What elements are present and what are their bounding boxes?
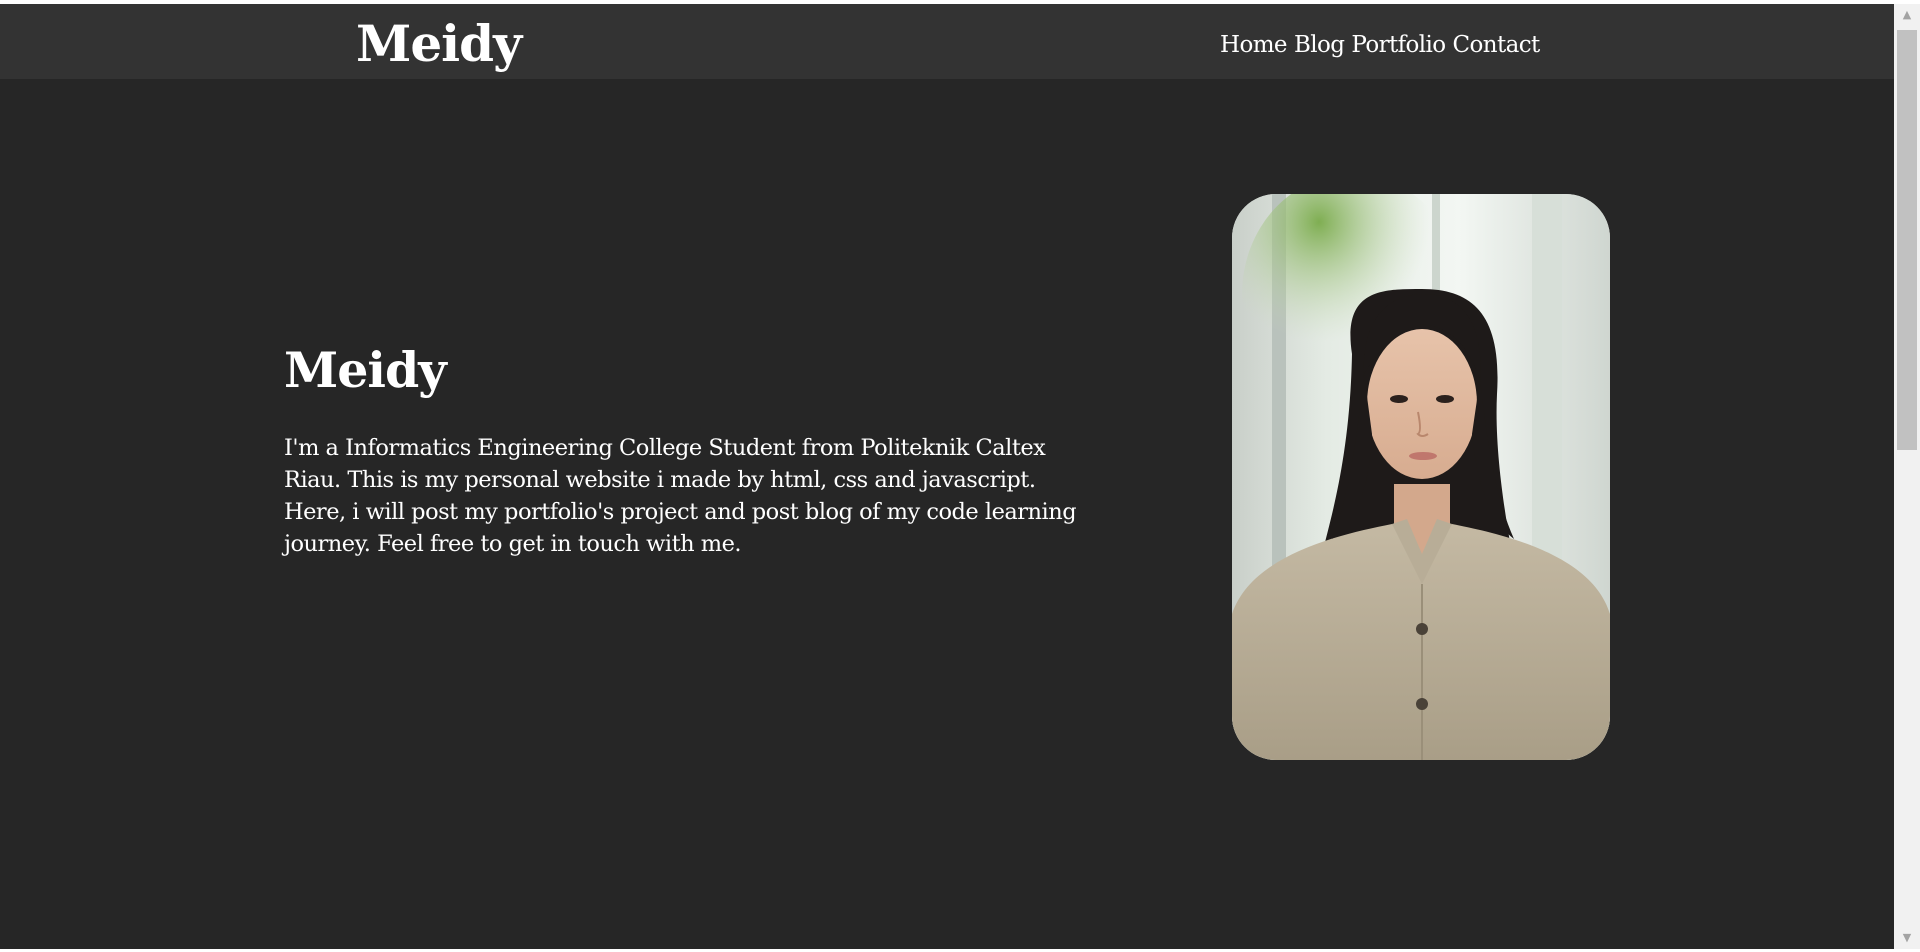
nav-item-blog: Blog	[1294, 30, 1345, 60]
navbar: Meidy Home Blog Portfolio Contact	[0, 4, 1894, 79]
nav-item-portfolio: Portfolio	[1351, 30, 1446, 60]
nav-links: Home Blog Portfolio Contact	[1220, 30, 1540, 60]
page-viewport: Meidy Home Blog Portfolio Contact Meidy …	[0, 4, 1894, 949]
vertical-scrollbar[interactable]: ▲ ▼	[1894, 4, 1920, 949]
nav-link-blog[interactable]: Blog	[1294, 32, 1345, 58]
nav-link-portfolio[interactable]: Portfolio	[1351, 32, 1446, 58]
nav-item-home: Home	[1220, 30, 1288, 60]
nav-link-home[interactable]: Home	[1220, 32, 1288, 58]
portrait-photo	[1232, 194, 1610, 760]
scroll-up-arrow-icon[interactable]: ▲	[1894, 4, 1920, 26]
hero-title: Meidy	[284, 341, 447, 399]
scroll-down-arrow-icon[interactable]: ▼	[1894, 927, 1920, 949]
hero-description: I'm a Informatics Engineering College St…	[284, 435, 1077, 557]
site-logo[interactable]: Meidy	[356, 14, 522, 74]
scrollbar-thumb[interactable]	[1897, 30, 1917, 450]
nav-item-contact: Contact	[1453, 30, 1541, 60]
nav-link-contact[interactable]: Contact	[1453, 32, 1541, 58]
